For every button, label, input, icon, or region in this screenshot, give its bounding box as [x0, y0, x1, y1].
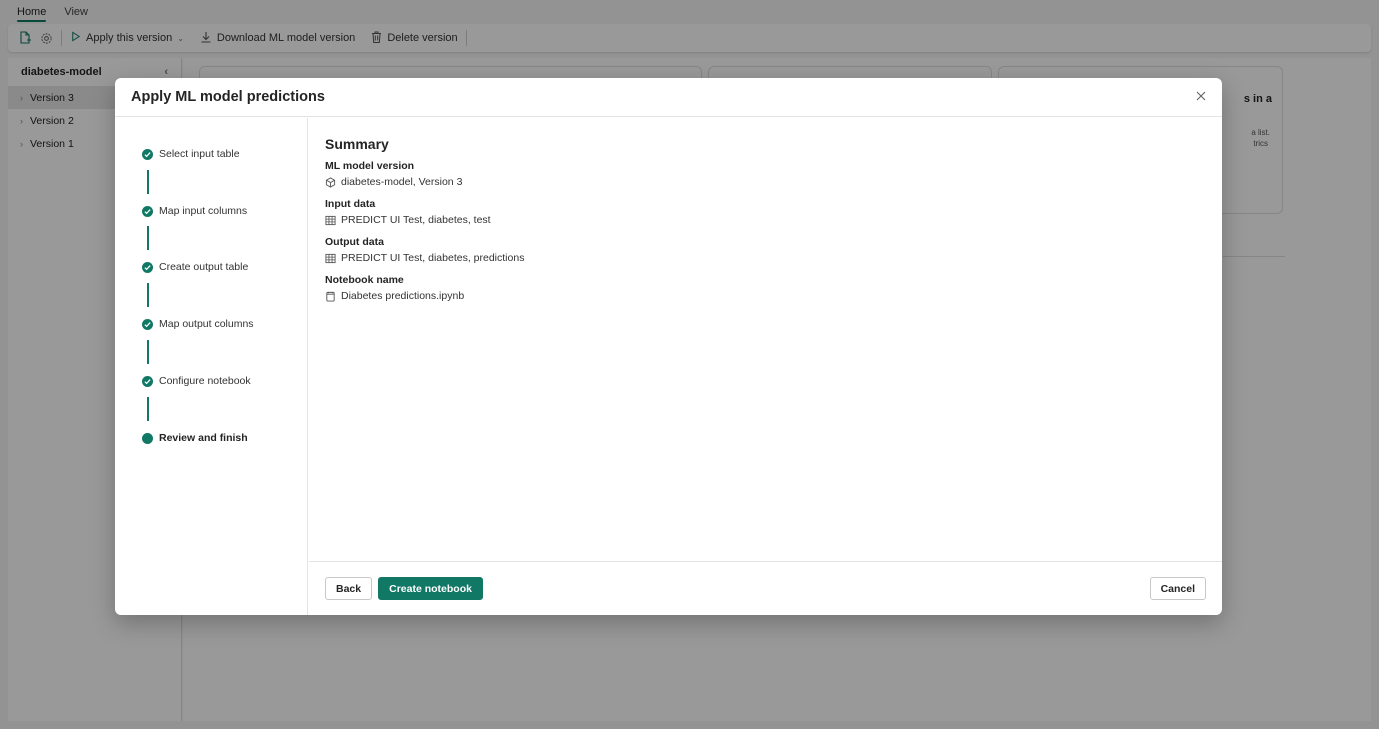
- field-value-text: Diabetes predictions.ipynb: [341, 290, 465, 302]
- check-circle-icon: [142, 261, 153, 273]
- field-value: PREDICT UI Test, diabetes, predictions: [325, 252, 1206, 264]
- dialog-title: Apply ML model predictions: [131, 89, 325, 105]
- table-icon: [325, 215, 336, 226]
- field-value-text: PREDICT UI Test, diabetes, predictions: [341, 252, 525, 264]
- summary-field-notebook-name: Notebook name Diabetes predictions.ipynb: [325, 274, 1206, 302]
- step-select-input-table[interactable]: Select input table: [142, 148, 240, 160]
- summary-title: Summary: [325, 136, 389, 152]
- field-label: Input data: [325, 198, 376, 210]
- step-connector: [147, 340, 149, 364]
- step-create-output-table[interactable]: Create output table: [142, 261, 248, 273]
- step-label: Map output columns: [159, 318, 254, 330]
- field-value: PREDICT UI Test, diabetes, test: [325, 214, 1206, 226]
- step-connector: [147, 226, 149, 250]
- table-icon: [325, 253, 336, 264]
- wizard-steps: Select input table Map input columns Cre…: [115, 118, 308, 615]
- field-label: ML model version: [325, 160, 415, 172]
- summary-field-output-data: Output data PREDICT UI Test, diabetes, p…: [325, 236, 1206, 264]
- step-label: Select input table: [159, 148, 240, 160]
- field-value: Diabetes predictions.ipynb: [325, 290, 1206, 302]
- back-button[interactable]: Back: [325, 577, 373, 600]
- step-label: Create output table: [159, 261, 249, 273]
- step-map-output-columns[interactable]: Map output columns: [142, 318, 254, 330]
- apply-predictions-dialog: Apply ML model predictions Select input …: [115, 78, 1222, 615]
- notebook-icon: [325, 291, 336, 302]
- step-connector: [147, 170, 149, 194]
- step-label: Review and finish: [159, 432, 248, 444]
- create-notebook-button[interactable]: Create notebook: [378, 577, 483, 600]
- field-value-text: PREDICT UI Test, diabetes, test: [341, 214, 491, 226]
- step-label: Configure notebook: [159, 375, 251, 387]
- summary-field-model-version: ML model version diabetes-model, Version…: [325, 160, 1206, 188]
- dialog-footer: Back Create notebook Cancel: [309, 561, 1222, 615]
- close-icon[interactable]: [1194, 89, 1208, 103]
- step-connector: [147, 283, 149, 307]
- step-review-and-finish[interactable]: Review and finish: [142, 432, 248, 444]
- field-label: Output data: [325, 236, 384, 248]
- check-circle-icon: [142, 148, 153, 160]
- step-map-input-columns[interactable]: Map input columns: [142, 205, 247, 217]
- field-label: Notebook name: [325, 274, 404, 286]
- summary-panel: Summary ML model version diabetes-model,…: [309, 118, 1222, 561]
- field-value: diabetes-model, Version 3: [325, 176, 1206, 188]
- summary-field-input-data: Input data PREDICT UI Test, diabetes, te…: [325, 198, 1206, 226]
- model-icon: [325, 176, 336, 188]
- dialog-header: Apply ML model predictions: [115, 78, 1222, 117]
- field-value-text: diabetes-model, Version 3: [341, 176, 463, 188]
- current-step-dot-icon: [142, 432, 153, 444]
- step-connector: [147, 397, 149, 421]
- step-configure-notebook[interactable]: Configure notebook: [142, 375, 251, 387]
- check-circle-icon: [142, 375, 153, 387]
- step-label: Map input columns: [159, 205, 248, 217]
- check-circle-icon: [142, 318, 153, 330]
- cancel-button[interactable]: Cancel: [1149, 577, 1206, 600]
- check-circle-icon: [142, 205, 153, 217]
